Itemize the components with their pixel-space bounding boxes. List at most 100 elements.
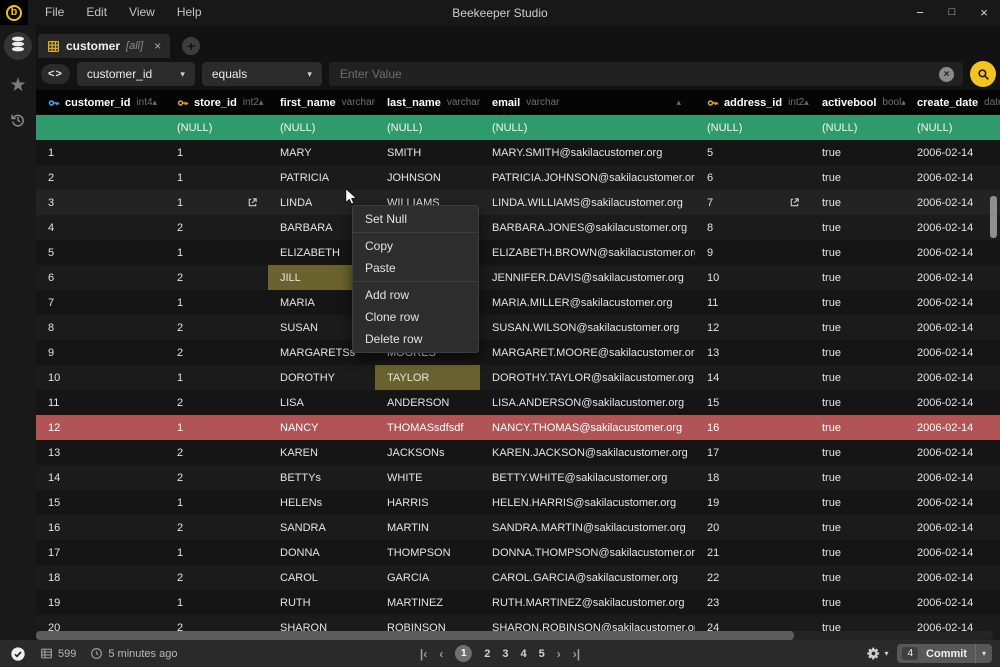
cell[interactable]: HARRIS [375,490,480,515]
cell[interactable]: true [810,365,905,390]
cell[interactable]: DONNA.THOMPSON@sakilacustomer.org [480,540,695,565]
filter-operator-select[interactable]: equals ▾ [202,62,322,86]
cell[interactable]: true [810,140,905,165]
cell[interactable]: MARY.SMITH@sakilacustomer.org [480,140,695,165]
vertical-scrollbar-thumb[interactable] [990,196,997,238]
table-row[interactable]: 121NANCYTHOMASsdfsdfNANCY.THOMAS@sakilac… [36,415,1000,440]
cell[interactable]: 2006-02-14 [905,490,1000,515]
cell[interactable]: 13 [695,340,810,365]
last-refreshed-indicator[interactable]: 5 minutes ago [90,647,177,660]
tab-close-icon[interactable]: × [154,39,161,53]
table-row[interactable]: 92MARGARETSsMOORESMARGARET.MOORE@sakilac… [36,340,1000,365]
column-header-create_date[interactable]: create_datedate▴ [905,90,1000,115]
cell[interactable]: GARCIA [375,565,480,590]
prev-page-button[interactable]: ‹ [439,647,443,661]
cell[interactable]: LINDA.WILLIAMS@sakilacustomer.org [480,190,695,215]
cell[interactable]: 2 [165,215,268,240]
menu-edit[interactable]: Edit [75,0,118,25]
cell[interactable]: 2006-02-14 [905,390,1000,415]
cell[interactable]: 1 [165,415,268,440]
cell[interactable]: 1 [165,165,268,190]
cell[interactable]: true [810,165,905,190]
table-row[interactable]: 21PATRICIAJOHNSONPATRICIA.JOHNSON@sakila… [36,165,1000,190]
cell[interactable]: 13 [36,440,165,465]
menu-file[interactable]: File [34,0,75,25]
insert-cell[interactable]: (NULL) [375,115,480,140]
cell[interactable]: 1 [165,240,268,265]
table-row[interactable]: 132KARENJACKSONsKAREN.JACKSON@sakilacust… [36,440,1000,465]
cell[interactable]: 16 [695,415,810,440]
table-row[interactable]: 182CAROLGARCIACAROL.GARCIA@sakilacustome… [36,565,1000,590]
column-header-email[interactable]: emailvarchar▴ [480,90,695,115]
cell[interactable]: 3 [36,190,165,215]
cell[interactable]: 15 [695,390,810,415]
column-header-first_name[interactable]: first_namevarchar▴ [268,90,375,115]
cell[interactable]: CAROL.GARCIA@sakilacustomer.org [480,565,695,590]
cell[interactable]: ELIZABETH.BROWN@sakilacustomer.org [480,240,695,265]
insert-cell[interactable]: (NULL) [165,115,268,140]
cell[interactable]: LISA [268,390,375,415]
menu-help[interactable]: Help [166,0,213,25]
cell[interactable]: 1 [165,490,268,515]
cell[interactable]: 2006-02-14 [905,265,1000,290]
cell[interactable]: SANDRA [268,515,375,540]
cell[interactable]: HELEN.HARRIS@sakilacustomer.org [480,490,695,515]
cell[interactable]: 1 [36,140,165,165]
cell[interactable]: 2006-02-14 [905,515,1000,540]
filter-column-select[interactable]: customer_id ▾ [77,62,195,86]
cell[interactable]: KAREN.JACKSON@sakilacustomer.org [480,440,695,465]
commit-dropdown-button[interactable]: ▾ [975,644,992,663]
cell[interactable]: true [810,340,905,365]
cell[interactable]: 2006-02-14 [905,440,1000,465]
cell[interactable]: 1 [165,590,268,615]
cell[interactable]: 2006-02-14 [905,165,1000,190]
table-row[interactable]: 162SANDRAMARTINSANDRA.MARTIN@sakilacusto… [36,515,1000,540]
sidebar-item-tables[interactable] [4,32,32,60]
table-row[interactable]: 101DOROTHYTAYLORDOROTHY.TAYLOR@sakilacus… [36,365,1000,390]
column-header-customer_id[interactable]: customer_idint4▴ [36,90,165,115]
cell[interactable]: 18 [695,465,810,490]
page-button-2[interactable]: 2 [484,648,490,660]
cell[interactable]: 21 [695,540,810,565]
cell[interactable]: NANCY.THOMAS@sakilacustomer.org [480,415,695,440]
cell[interactable]: JOHNSON [375,165,480,190]
table-row[interactable]: 31LINDAWILLIAMSLINDA.WILLIAMS@sakilacust… [36,190,1000,215]
cell[interactable]: 2006-02-14 [905,340,1000,365]
next-page-button[interactable]: › [557,647,561,661]
cell[interactable]: 23 [695,590,810,615]
cell[interactable]: 17 [36,540,165,565]
cell[interactable]: SANDRA.MARTIN@sakilacustomer.org [480,515,695,540]
cell[interactable]: 7 [36,290,165,315]
pending-insert-row[interactable]: (NULL)(NULL)(NULL)(NULL)(NULL)(NULL)(NUL… [36,115,1000,140]
cell[interactable]: 2 [165,340,268,365]
horizontal-scrollbar-thumb[interactable] [36,631,794,640]
cell[interactable]: 6 [695,165,810,190]
table-row[interactable]: 71MARIAMARIA.MILLER@sakilacustomer.org11… [36,290,1000,315]
page-button-4[interactable]: 4 [521,648,527,660]
cell[interactable]: 2 [165,440,268,465]
cell[interactable]: true [810,290,905,315]
cell[interactable]: 14 [36,465,165,490]
insert-cell[interactable]: (NULL) [905,115,1000,140]
cell[interactable]: JENNIFER.DAVIS@sakilacustomer.org [480,265,695,290]
cell[interactable]: 2 [165,390,268,415]
cell[interactable]: 11 [695,290,810,315]
close-button[interactable]: × [968,0,1000,25]
cell[interactable]: 7 [695,190,810,215]
cell[interactable]: PATRICIA.JOHNSON@sakilacustomer.org [480,165,695,190]
filter-value-input[interactable] [338,66,933,82]
cell[interactable]: 19 [695,490,810,515]
cell[interactable]: 2006-02-14 [905,590,1000,615]
cell[interactable]: 12 [36,415,165,440]
expand-cell-icon[interactable] [789,197,800,208]
insert-cell[interactable]: (NULL) [480,115,695,140]
cell[interactable]: 17 [695,440,810,465]
cell[interactable]: 2006-02-14 [905,465,1000,490]
cell[interactable]: BETTY.WHITE@sakilacustomer.org [480,465,695,490]
apply-filter-button[interactable] [970,61,996,87]
cell[interactable]: MARTINEZ [375,590,480,615]
page-button-1[interactable]: 1 [455,645,472,662]
cell[interactable]: 2006-02-14 [905,415,1000,440]
table-row[interactable]: 11MARYSMITHMARY.SMITH@sakilacustomer.org… [36,140,1000,165]
sidebar-item-favorites[interactable]: ★ [9,76,26,95]
